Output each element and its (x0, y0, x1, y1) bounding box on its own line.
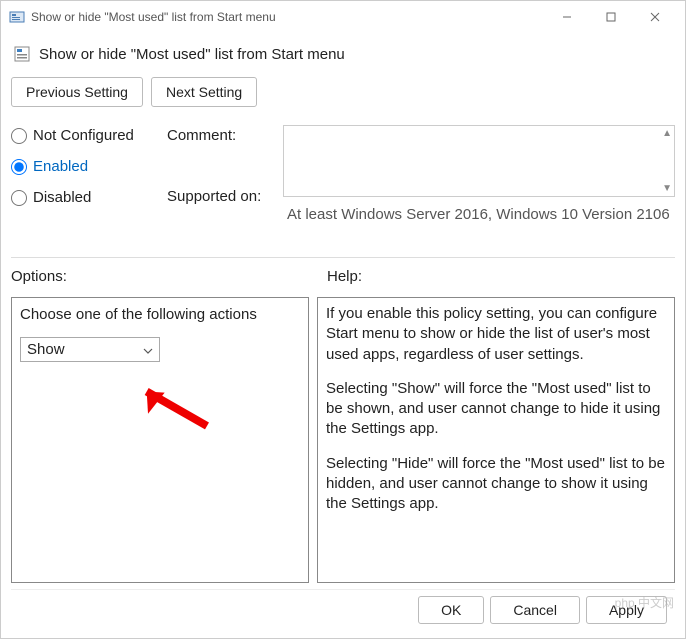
apply-button[interactable]: Apply (586, 596, 667, 624)
close-button[interactable] (633, 3, 677, 31)
radio-disabled[interactable]: Disabled (11, 189, 161, 206)
radio-enabled[interactable]: Enabled (11, 158, 161, 175)
comment-textarea[interactable]: ▲ ▼ (283, 125, 675, 197)
app-icon (9, 9, 25, 25)
policy-title: Show or hide "Most used" list from Start… (39, 46, 345, 63)
next-setting-button[interactable]: Next Setting (151, 77, 257, 107)
policy-icon (13, 45, 31, 63)
supported-on-text: At least Windows Server 2016, Windows 10… (283, 203, 675, 243)
cancel-button[interactable]: Cancel (490, 596, 580, 624)
help-paragraph: Selecting "Hide" will force the "Most us… (326, 454, 666, 515)
radio-not-configured[interactable]: Not Configured (11, 127, 161, 144)
radio-disabled-label: Disabled (33, 189, 91, 206)
options-panel: Choose one of the following actions Show (11, 297, 309, 583)
chevron-down-icon (143, 341, 153, 358)
scroll-up-icon[interactable]: ▲ (662, 128, 672, 139)
dialog-footer: OK Cancel Apply (11, 589, 675, 630)
radio-enabled-label: Enabled (33, 158, 88, 175)
radio-enabled-input[interactable] (11, 159, 27, 175)
titlebar: Show or hide "Most used" list from Start… (1, 1, 685, 33)
options-label: Options: (11, 268, 311, 285)
help-paragraph: Selecting "Show" will force the "Most us… (326, 379, 666, 440)
maximize-button[interactable] (589, 3, 633, 31)
help-paragraph: If you enable this policy setting, you c… (326, 304, 666, 365)
titlebar-title: Show or hide "Most used" list from Start… (31, 10, 276, 24)
previous-setting-button[interactable]: Previous Setting (11, 77, 143, 107)
action-dropdown[interactable]: Show (20, 337, 160, 362)
comment-label: Comment: (167, 127, 277, 144)
dialog-window: Show or hide "Most used" list from Start… (0, 0, 686, 639)
radio-disabled-input[interactable] (11, 190, 27, 206)
options-prompt: Choose one of the following actions (20, 306, 300, 323)
dropdown-value: Show (27, 341, 65, 358)
help-panel: If you enable this policy setting, you c… (317, 297, 675, 583)
radio-not-configured-label: Not Configured (33, 127, 134, 144)
help-label: Help: (311, 268, 362, 285)
scroll-down-icon[interactable]: ▼ (662, 183, 672, 194)
minimize-button[interactable] (545, 3, 589, 31)
radio-not-configured-input[interactable] (11, 128, 27, 144)
supported-label: Supported on: (167, 188, 277, 205)
ok-button[interactable]: OK (418, 596, 484, 624)
policy-header: Show or hide "Most used" list from Start… (11, 41, 675, 67)
separator (11, 257, 675, 258)
